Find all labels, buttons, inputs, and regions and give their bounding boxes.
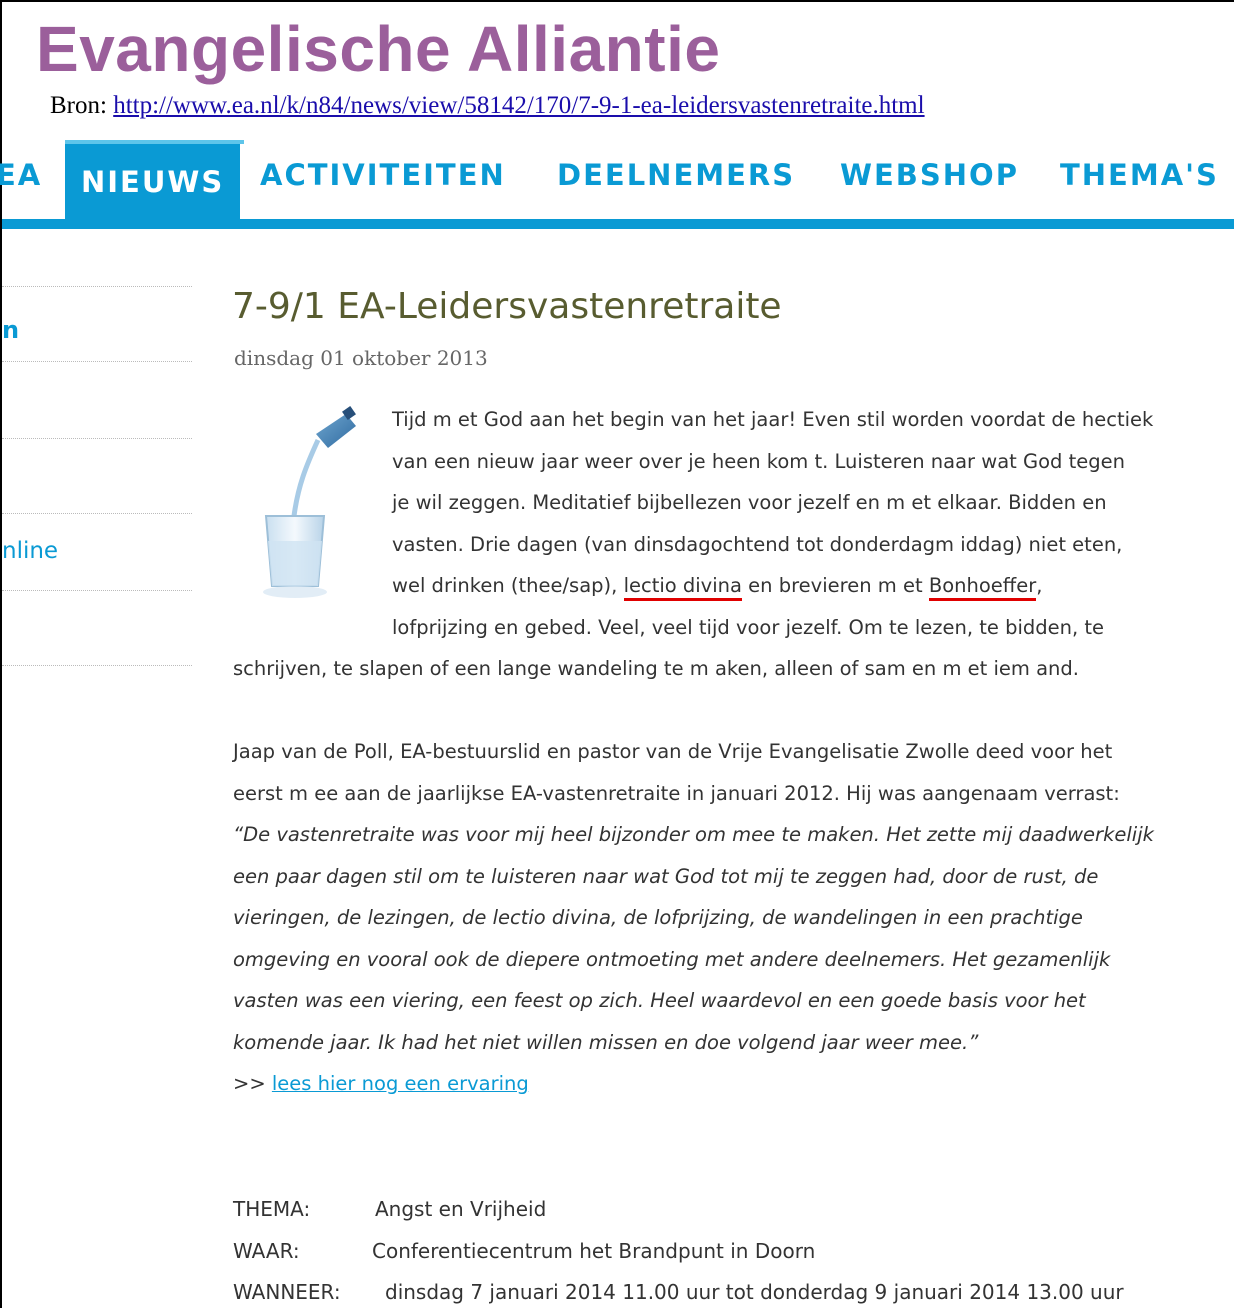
nav-item-activiteiten[interactable]: ACTIVITEITEN <box>260 158 506 192</box>
text-line: van een nieuw jaar weer over je heen kom… <box>392 449 1125 473</box>
info-label: THEMA: <box>233 1197 311 1221</box>
spellcheck-marked-word: Bonhoeffer <box>928 574 1037 601</box>
more-line: >> lees hier nog een ervaring <box>233 1063 1154 1105</box>
source-label: Bron: <box>50 92 107 119</box>
article-intro-wrapped: Tijd m et God aan het begin van het jaar… <box>392 399 1153 648</box>
nav-underline-bar <box>2 219 1234 229</box>
text-line-with-marks: wel drinken (thee/sap), lectio divina en… <box>392 565 1153 607</box>
sidebar-divider <box>2 438 192 439</box>
quote-line: een paar dagen stil om te luisteren naar… <box>233 864 1099 888</box>
info-value: Conferentiecentrum het Brandpunt in Door… <box>372 1239 816 1263</box>
source-line: Bron: http://www.ea.nl/k/n84/news/view/5… <box>50 92 925 120</box>
nav-item-nieuws[interactable]: NIEUWS <box>65 144 241 220</box>
text-segment: , <box>1036 574 1043 597</box>
text-line: schrijven, te slapen of een lange wandel… <box>233 657 1079 680</box>
water-glass-image <box>246 406 370 612</box>
sidebar-divider <box>2 665 192 666</box>
text-segment: en brevieren m et <box>741 574 929 597</box>
text-line: vasten. Drie dagen (van dinsdagochtend t… <box>392 532 1123 556</box>
info-waar: WAAR: Conferentiecentrum het Brandpunt in… <box>233 1239 815 1263</box>
text-line: eerst m ee aan de jaarlijkse EA-vastenre… <box>233 781 1120 805</box>
text-segment: wel drinken (thee/sap), <box>392 574 624 597</box>
info-label: WAAR: <box>233 1239 300 1263</box>
quote-line: vieringen, de lezingen, de lectio divina… <box>233 906 1083 929</box>
read-more-link[interactable]: lees hier nog een ervaring <box>272 1072 529 1095</box>
nav-item-webshop[interactable]: WEBSHOP <box>840 158 1019 192</box>
article-intro-last: schrijven, te slapen of een lange wandel… <box>233 648 1079 690</box>
text-line: je wil zeggen. Meditatief bijbellezen vo… <box>392 491 1107 514</box>
more-prefix: >> <box>233 1072 272 1095</box>
quote-line: komende jaar. Ik had het niet willen mis… <box>233 1030 979 1054</box>
source-link[interactable]: http://www.ea.nl/k/n84/news/view/58142/1… <box>113 92 924 119</box>
sidebar-divider <box>2 590 192 591</box>
quote-line: “De vastenretraite was voor mij heel bij… <box>233 823 1154 846</box>
info-label: WANNEER: <box>233 1280 341 1304</box>
main-nav: EA NIEUWS ACTIVITEITEN DEELNEMERS WEBSHO… <box>0 140 1234 220</box>
sidebar-item-1[interactable]: n <box>2 316 19 344</box>
text-line: lofprijzing en gebed. Veel, veel tijd vo… <box>392 615 1105 639</box>
sidebar-item-4[interactable]: nline <box>2 538 58 564</box>
info-value: Angst en Vrijheid <box>375 1197 547 1221</box>
info-value: dinsdag 7 januari 2014 11.00 uur tot don… <box>385 1280 1124 1304</box>
sidebar-divider <box>2 286 192 287</box>
article-testimony: Jaap van de Poll, EA-bestuurslid en past… <box>233 731 1154 1105</box>
nav-item-themas[interactable]: THEMA'S <box>1060 158 1219 192</box>
sidebar-divider <box>2 361 192 362</box>
text-line: Tijd m et God aan het begin van het jaar… <box>392 408 1154 431</box>
info-wanneer: WANNEER: dinsdag 7 januari 2014 11.00 uur… <box>233 1280 1124 1304</box>
article-date: dinsdag 01 oktober 2013 <box>234 346 488 370</box>
quote-line: omgeving en vooral ook de diepere ontmoe… <box>233 947 1111 971</box>
window-frame-top <box>0 0 1234 2</box>
nav-item-deelnemers[interactable]: DEELNEMERS <box>557 158 795 192</box>
nav-item-ea[interactable]: EA <box>0 158 42 192</box>
article-title: 7-9/1 EA-Leidersvastenretraite <box>232 286 782 327</box>
quote-line: vasten was een viering, een feest op zic… <box>233 989 1086 1012</box>
site-title: Evangelische Alliantie <box>36 13 721 85</box>
info-thema: THEMA: Angst en Vrijheid <box>233 1197 546 1221</box>
text-line: Jaap van de Poll, EA-bestuurslid en past… <box>233 740 1113 763</box>
spellcheck-marked-word: lectio divina <box>623 574 742 601</box>
sidebar-divider <box>2 513 192 514</box>
